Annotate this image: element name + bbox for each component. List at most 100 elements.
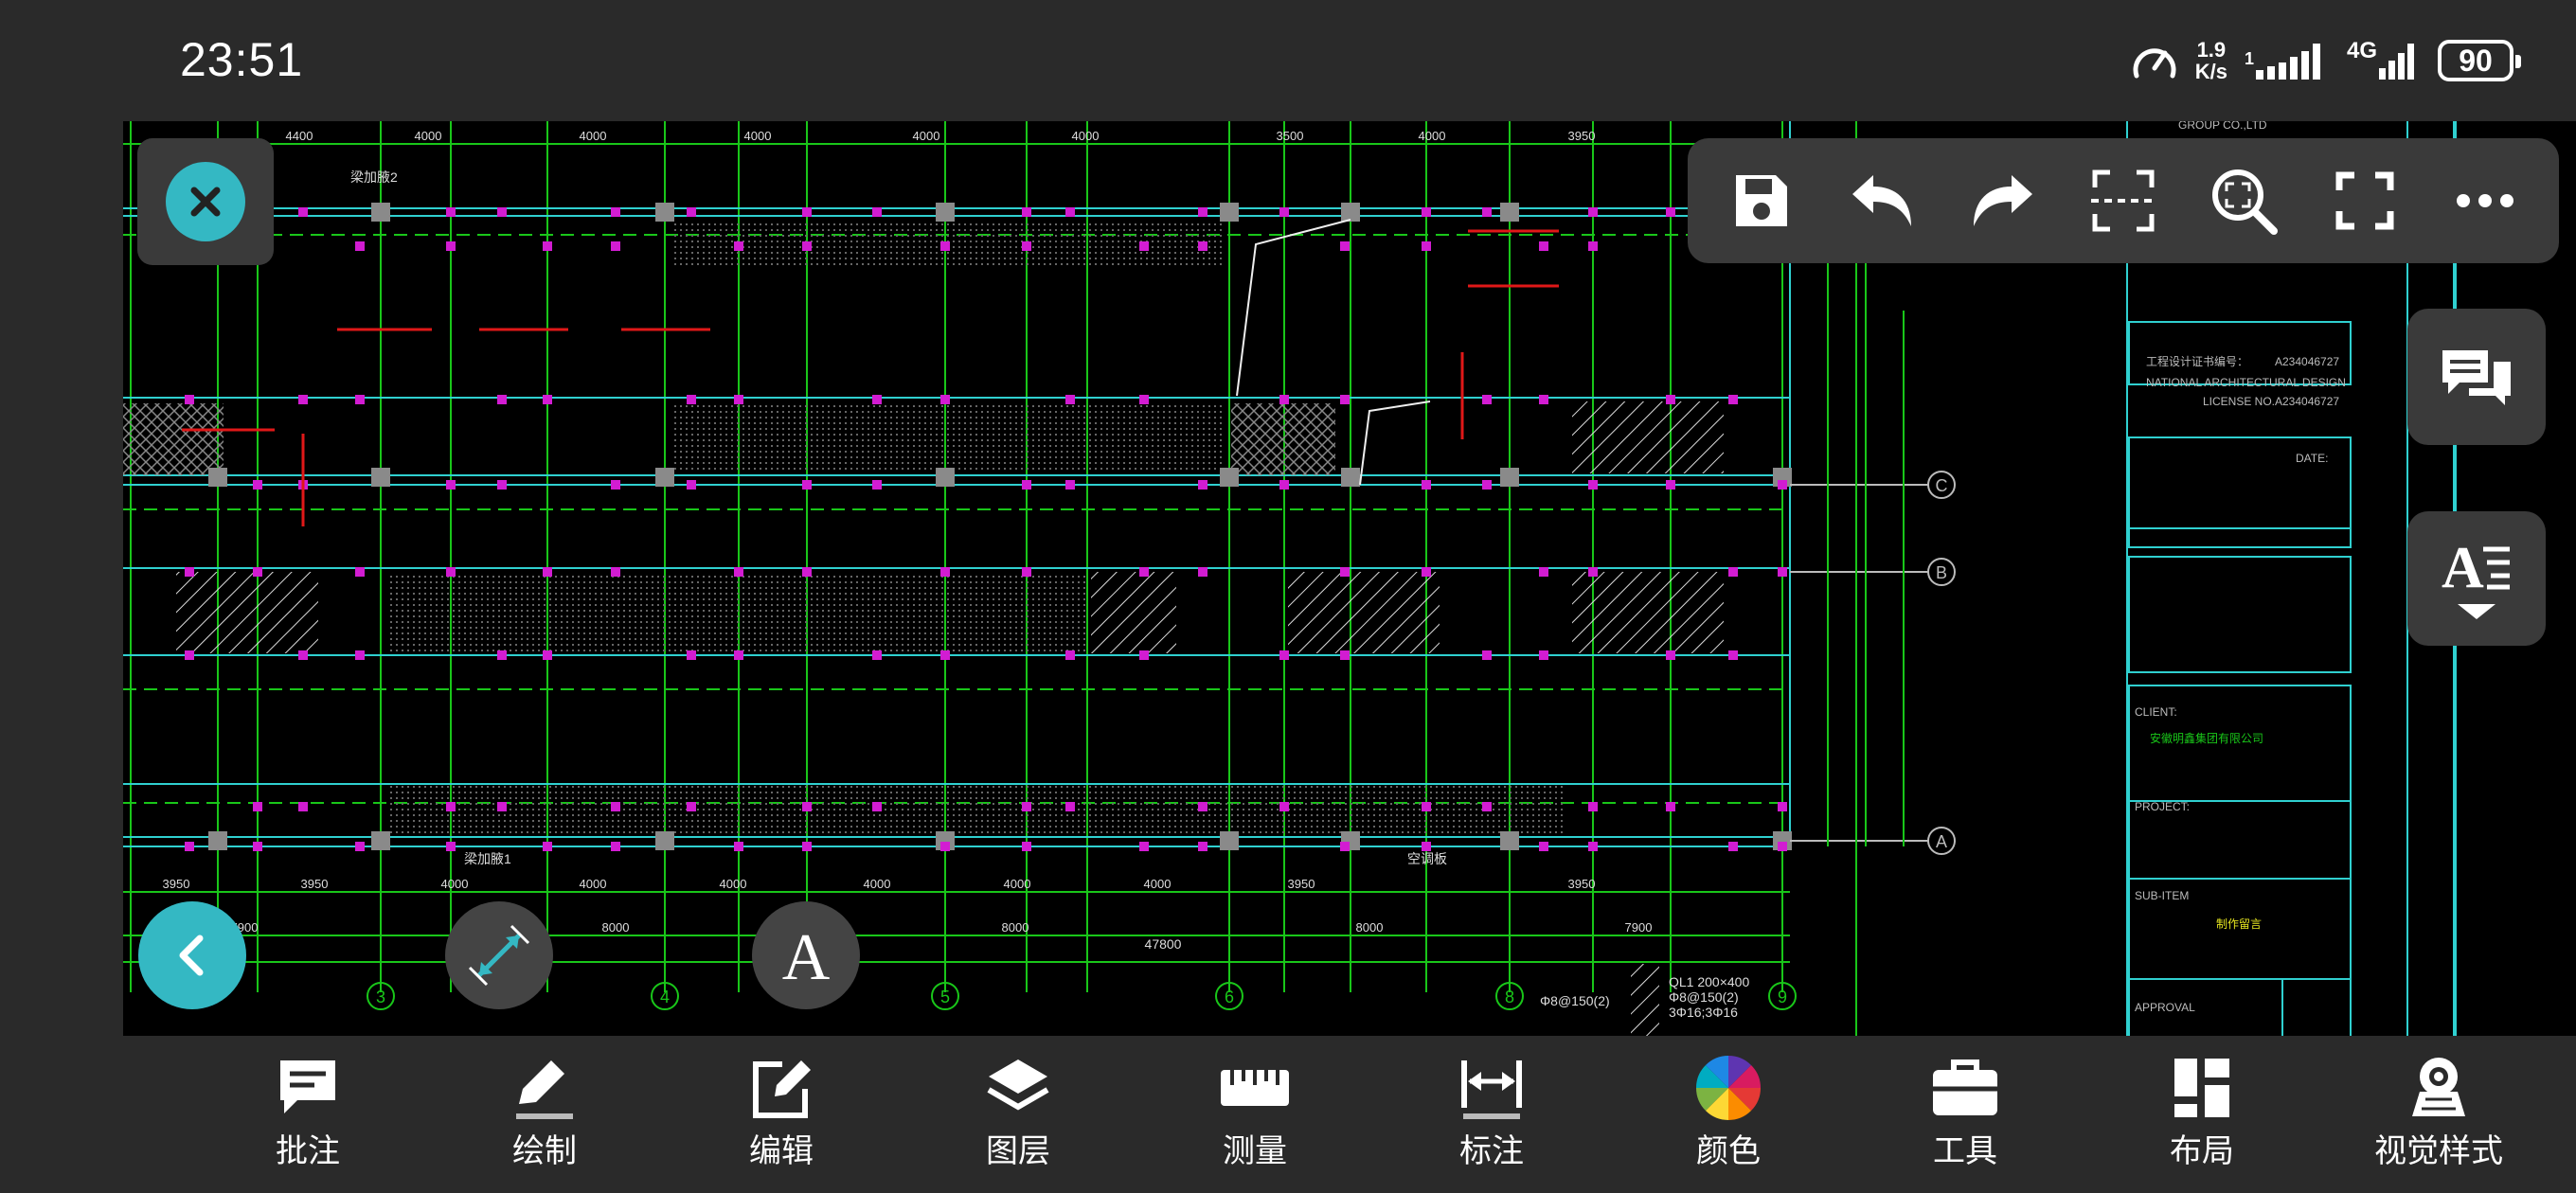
layers-icon: [987, 1059, 1049, 1111]
nav-color[interactable]: 颜色: [1610, 1036, 1847, 1193]
license-line-2: NATIONAL ARCHITECTURAL DESIGN: [2146, 376, 2346, 389]
dimension-bottom: 4000: [864, 877, 891, 891]
signal-1-icon: 1: [2245, 44, 2320, 80]
dimension-total: 8000: [1356, 920, 1384, 935]
linear-dimension-button[interactable]: [445, 901, 553, 1009]
pencil-icon: [519, 1060, 564, 1104]
nav-edit[interactable]: 编辑: [663, 1036, 900, 1193]
nav-visual-style-label: 视觉样式: [2374, 1132, 2503, 1170]
network-speed-unit: K/s: [2194, 60, 2227, 83]
chat-bubbles-icon: [2442, 350, 2511, 405]
dimension-bottom: 4000: [1004, 877, 1031, 891]
dimension-top: 4000: [580, 129, 607, 143]
nav-dimension-label: 标注: [1459, 1132, 1524, 1170]
nav-comment[interactable]: 批注: [189, 1036, 426, 1193]
axis-label-bottom: 5: [940, 988, 950, 1006]
subitem-label: SUB-ITEM: [2135, 889, 2189, 902]
nav-comment-label: 批注: [276, 1132, 340, 1170]
status-icons: 1.9 K/s 1 4G 90: [2131, 34, 2521, 87]
redo-button[interactable]: [1956, 153, 2050, 248]
rebar-note: Φ8@150(2): [1540, 993, 1610, 1008]
redo-icon: [1973, 175, 2032, 226]
nav-visual-style[interactable]: 视觉样式: [2320, 1036, 2557, 1193]
license-line-1: 工程设计证书编号：: [2146, 354, 2248, 368]
comments-button[interactable]: [2407, 309, 2546, 445]
comment-icon: [280, 1060, 335, 1113]
color-wheel-icon: [1696, 1056, 1761, 1120]
beam-note-2: Φ8@150(2): [1669, 989, 1739, 1005]
section-label-1: 梁加腋1: [464, 851, 511, 866]
client-name: 安徽明鑫集团有限公司: [2150, 731, 2263, 745]
zoom-search-icon: [2212, 169, 2279, 235]
nav-dimension[interactable]: 标注: [1373, 1036, 1610, 1193]
speedometer-icon: [2133, 48, 2176, 79]
overall-dimension: 47800: [1145, 936, 1182, 952]
svg-text:A: A: [2442, 536, 2484, 595]
region-select-icon: [2090, 169, 2156, 232]
ruler-icon: [1221, 1070, 1289, 1106]
nav-color-label: 颜色: [1696, 1132, 1761, 1170]
fullscreen-icon: [2335, 171, 2394, 230]
nav-measure-label: 测量: [1223, 1132, 1287, 1170]
beam-note-3: 3Φ16;3Φ16: [1669, 1005, 1738, 1020]
zoom-extents-button[interactable]: [2196, 153, 2291, 248]
region-select-button[interactable]: [2076, 153, 2171, 248]
dimension-top: 4000: [744, 129, 772, 143]
save-icon: [1735, 175, 1787, 226]
dimension-total: 8000: [602, 920, 630, 935]
section-label-2: 空调板: [1407, 851, 1447, 866]
dimension-top: 4000: [913, 129, 940, 143]
dimension-top: 4000: [1419, 129, 1446, 143]
dimension-top: 4000: [1072, 129, 1100, 143]
section-label-3: 梁加腋2: [350, 169, 398, 185]
network-type: 4G: [2346, 38, 2377, 63]
nav-layers[interactable]: 图层: [900, 1036, 1136, 1193]
dimension-bottom: 4000: [441, 877, 469, 891]
draw-underline: [516, 1113, 573, 1119]
client-label: CLIENT:: [2135, 705, 2177, 719]
letter-a-icon: A: [782, 922, 831, 988]
subitem-value: 制作留言: [2216, 917, 2262, 931]
fullscreen-button[interactable]: [2317, 153, 2412, 248]
project-label: PROJECT:: [2135, 800, 2190, 813]
chevron-left-icon: [179, 935, 204, 976]
dimension-icon: [1461, 1060, 1522, 1108]
edit-icon: [753, 1060, 811, 1118]
dimension-top: 4400: [286, 129, 313, 143]
close-icon: [166, 162, 245, 241]
more-options-button[interactable]: [2438, 153, 2532, 248]
dimension-bottom: 4000: [1144, 877, 1172, 891]
close-drawing-button[interactable]: [137, 138, 274, 265]
text-style-button[interactable]: A: [2407, 511, 2546, 646]
nav-layout-label: 布局: [2170, 1132, 2234, 1170]
dimension-top: 3950: [1568, 129, 1596, 143]
dimension-top: 4000: [415, 129, 442, 143]
license-line-3: LICENSE NO.: [2203, 395, 2275, 408]
svg-text:A: A: [782, 922, 831, 988]
date-label: DATE:: [2296, 452, 2328, 465]
clock: 23:51: [180, 33, 304, 86]
save-button[interactable]: [1714, 153, 1809, 248]
license-line-4: A234046727: [2275, 355, 2339, 368]
license-line-5: A234046727: [2275, 395, 2339, 408]
undo-button[interactable]: [1834, 153, 1929, 248]
dimension-total: 7900: [1625, 920, 1653, 935]
axis-label-bottom: 6: [1225, 988, 1234, 1006]
dimension-bottom: 3950: [163, 877, 190, 891]
status-bar: 23:51 1.9 K/s 1 4G 90: [0, 0, 2576, 121]
nav-layout[interactable]: 布局: [2084, 1036, 2320, 1193]
dimension-total: 8000: [1002, 920, 1029, 935]
dimension-bottom: 4000: [580, 877, 607, 891]
text-style-icon: A: [2442, 536, 2510, 595]
back-button[interactable]: [138, 901, 246, 1009]
dimension-bottom: 3950: [1568, 877, 1596, 891]
insert-text-button[interactable]: A: [752, 901, 860, 1009]
axis-label-b: B: [1936, 563, 1947, 582]
dimension-top: 3500: [1277, 129, 1304, 143]
nav-tools[interactable]: 工具: [1847, 1036, 2084, 1193]
nav-draw[interactable]: 绘制: [426, 1036, 663, 1193]
nav-measure[interactable]: 测量: [1136, 1036, 1373, 1193]
network-speed-value: 1.9: [2196, 38, 2227, 62]
approval-label: APPROVAL: [2135, 1001, 2195, 1014]
axis-label-bottom: 9: [1778, 988, 1787, 1006]
